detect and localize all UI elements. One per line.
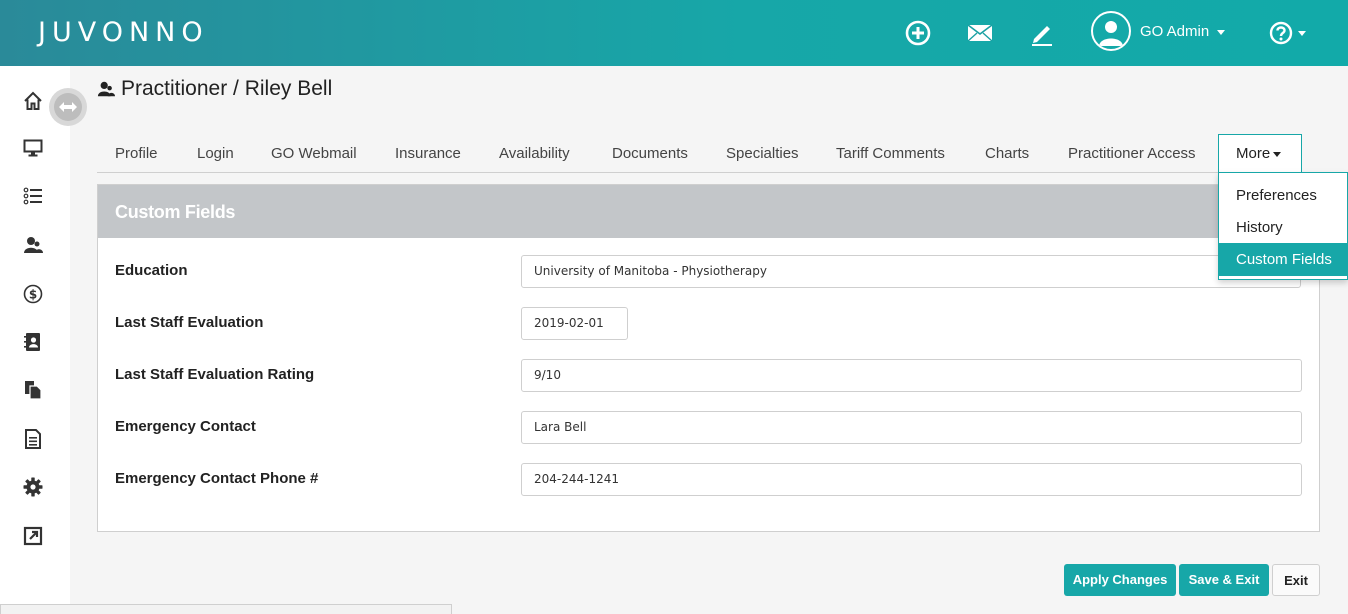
- last-staff-evaluation-input[interactable]: 2019-02-01: [521, 307, 628, 340]
- contacts-book-icon[interactable]: [22, 331, 44, 353]
- home-icon[interactable]: [22, 90, 44, 112]
- practitioner-icon[interactable]: [22, 234, 44, 256]
- tab-tariff-comments[interactable]: Tariff Comments: [836, 134, 945, 173]
- evaluation-rating-input[interactable]: 9/10: [521, 359, 1302, 392]
- menu-item-custom-fields[interactable]: Custom Fields: [1219, 243, 1347, 276]
- chevron-down-icon: [1297, 30, 1306, 36]
- custom-fields-panel: Custom Fields Education University of Ma…: [97, 184, 1320, 532]
- tab-insurance[interactable]: Insurance: [395, 134, 461, 173]
- help-icon: [1269, 21, 1292, 45]
- copy-icon[interactable]: [22, 379, 44, 401]
- page-title-text: Practitioner / Riley Bell: [121, 77, 333, 100]
- user-menu[interactable]: GO Admin: [1140, 23, 1226, 40]
- tab-availability[interactable]: Availability: [499, 134, 570, 173]
- gear-icon[interactable]: [22, 476, 44, 498]
- education-input[interactable]: University of Manitoba - Physiotherapy: [521, 255, 1301, 288]
- tab-specialties[interactable]: Specialties: [726, 134, 799, 173]
- practitioner-icon: [97, 81, 115, 97]
- document-icon[interactable]: [22, 428, 44, 450]
- field-label-last-staff-evaluation: Last Staff Evaluation: [115, 314, 264, 331]
- browser-status-bar: [0, 604, 452, 614]
- exit-button[interactable]: Exit: [1272, 564, 1320, 596]
- menu-item-history[interactable]: History: [1219, 211, 1347, 244]
- sidebar: $: [0, 66, 70, 614]
- apply-changes-button[interactable]: Apply Changes: [1064, 564, 1176, 596]
- list-icon[interactable]: [22, 185, 44, 207]
- external-link-icon[interactable]: [22, 525, 44, 547]
- tab-more[interactable]: More: [1218, 134, 1302, 173]
- tab-documents[interactable]: Documents: [612, 134, 688, 173]
- user-name: GO Admin: [1140, 23, 1210, 40]
- more-dropdown-menu: Preferences History Custom Fields: [1218, 172, 1348, 280]
- tab-charts[interactable]: Charts: [985, 134, 1029, 173]
- monitor-icon[interactable]: [22, 137, 44, 159]
- tab-go-webmail[interactable]: GO Webmail: [271, 134, 357, 173]
- chevron-down-icon: [1273, 151, 1282, 157]
- emergency-contact-input[interactable]: Lara Bell: [521, 411, 1302, 444]
- arrows-horizontal-icon: [59, 102, 77, 112]
- menu-item-preferences[interactable]: Preferences: [1219, 179, 1347, 212]
- tab-login[interactable]: Login: [197, 134, 234, 173]
- chevron-down-icon: [1217, 29, 1226, 35]
- panel-header: Custom Fields: [98, 185, 1319, 238]
- user-avatar-icon[interactable]: [1091, 11, 1131, 51]
- page-title: Practitioner / Riley Bell: [97, 77, 332, 101]
- emergency-phone-input[interactable]: 204-244-1241: [521, 463, 1302, 496]
- pencil-icon[interactable]: [1028, 19, 1056, 47]
- tab-bar: Profile Login GO Webmail Insurance Avail…: [97, 134, 1347, 173]
- field-label-emergency-phone: Emergency Contact Phone #: [115, 470, 319, 487]
- mail-icon[interactable]: [966, 19, 994, 47]
- dollar-icon[interactable]: $: [22, 283, 44, 305]
- svg-text:$: $: [29, 288, 37, 302]
- field-label-emergency-contact: Emergency Contact: [115, 418, 256, 435]
- tab-practitioner-access[interactable]: Practitioner Access: [1068, 134, 1196, 173]
- save-exit-button[interactable]: Save & Exit: [1179, 564, 1269, 596]
- top-header: JUVONNO GO Admin: [0, 0, 1348, 66]
- plus-circle-icon[interactable]: [904, 19, 932, 47]
- tab-profile[interactable]: Profile: [115, 134, 158, 173]
- sidebar-collapse-button[interactable]: [49, 88, 87, 126]
- tab-more-label: More: [1236, 145, 1271, 162]
- field-label-evaluation-rating: Last Staff Evaluation Rating: [115, 366, 315, 383]
- juvonno-logo[interactable]: JUVONNO: [38, 17, 209, 48]
- panel-title: Custom Fields: [115, 202, 236, 222]
- field-label-education: Education: [115, 262, 188, 279]
- help-menu[interactable]: [1265, 19, 1309, 47]
